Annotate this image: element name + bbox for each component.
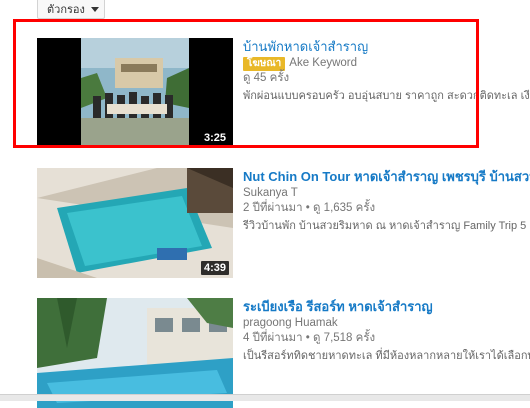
video-result[interactable]: 3:25 บ้านพักหาดเจ้าสำราญ โฆษณา Ake Keywor… [37, 38, 530, 148]
filter-label: ตัวกรอง [47, 4, 85, 16]
separator: • [305, 202, 310, 214]
upload-age: 4 ปีที่ผ่านมา [243, 332, 303, 344]
upload-age: 2 ปีที่ผ่านมา [243, 202, 303, 214]
video-stats: 2 ปีที่ผ่านมา • ดู 1,635 ครั้ง [243, 201, 530, 216]
video-result[interactable]: ระเบียงเรือ รีสอร์ท หาดเจ้าสำราญ pragoon… [37, 298, 530, 408]
video-result[interactable]: 4:39 Nut Chin On Tour หาดเจ้าสำราญ เพชรบ… [37, 168, 530, 278]
video-duration: 3:25 [200, 131, 229, 145]
ad-badge: โฆษณา [243, 57, 286, 71]
video-stats: ดู 45 ครั้ง [243, 72, 290, 84]
video-meta: บ้านพักหาดเจ้าสำราญ โฆษณา Ake Keyword ดู … [243, 38, 530, 104]
video-meta: ระเบียงเรือ รีสอร์ท หาดเจ้าสำราญ pragoon… [243, 298, 530, 364]
video-description: พักผ่อนแบบครอบครัว อบอุ่นสบาย ราคาถูก สะ… [243, 90, 530, 102]
video-meta: Nut Chin On Tour หาดเจ้าสำราญ เพชรบุรี บ… [243, 168, 530, 234]
view-count: ดู 7,518 ครั้ง [313, 332, 376, 344]
video-title[interactable]: บ้านพักหาดเจ้าสำราญ [243, 38, 530, 56]
video-title[interactable]: ระเบียงเรือ รีสอร์ท หาดเจ้าสำราญ [243, 298, 530, 316]
video-description: เป็นรีสอร์ททิดชายหาดทะเล ที่มีห้องหลากหล… [243, 350, 530, 362]
video-stats: 4 ปีที่ผ่านมา • ดู 7,518 ครั้ง [243, 331, 530, 346]
separator: • [305, 332, 310, 344]
thumbnail-image [37, 298, 233, 408]
video-title[interactable]: Nut Chin On Tour หาดเจ้าสำราญ เพชรบุรี บ… [243, 168, 530, 186]
video-thumbnail[interactable]: 3:25 [37, 38, 233, 148]
filter-button[interactable]: ตัวกรอง [37, 0, 105, 19]
view-count: ดู 1,635 ครั้ง [313, 202, 376, 214]
video-duration: 4:39 [200, 261, 229, 275]
video-thumbnail[interactable]: 4:39 [37, 168, 233, 278]
video-description: รีวิวบ้านพัก บ้านสวยริมหาด ณ หาดเจ้าสำรา… [243, 220, 530, 232]
channel-name[interactable]: Ake Keyword [289, 57, 357, 69]
channel-name[interactable]: Sukanya T [243, 186, 530, 201]
video-byline: โฆษณา Ake Keyword [243, 56, 530, 71]
chevron-down-icon [90, 6, 99, 12]
video-thumbnail[interactable] [37, 298, 233, 408]
channel-name[interactable]: pragoong Huamak [243, 316, 530, 331]
